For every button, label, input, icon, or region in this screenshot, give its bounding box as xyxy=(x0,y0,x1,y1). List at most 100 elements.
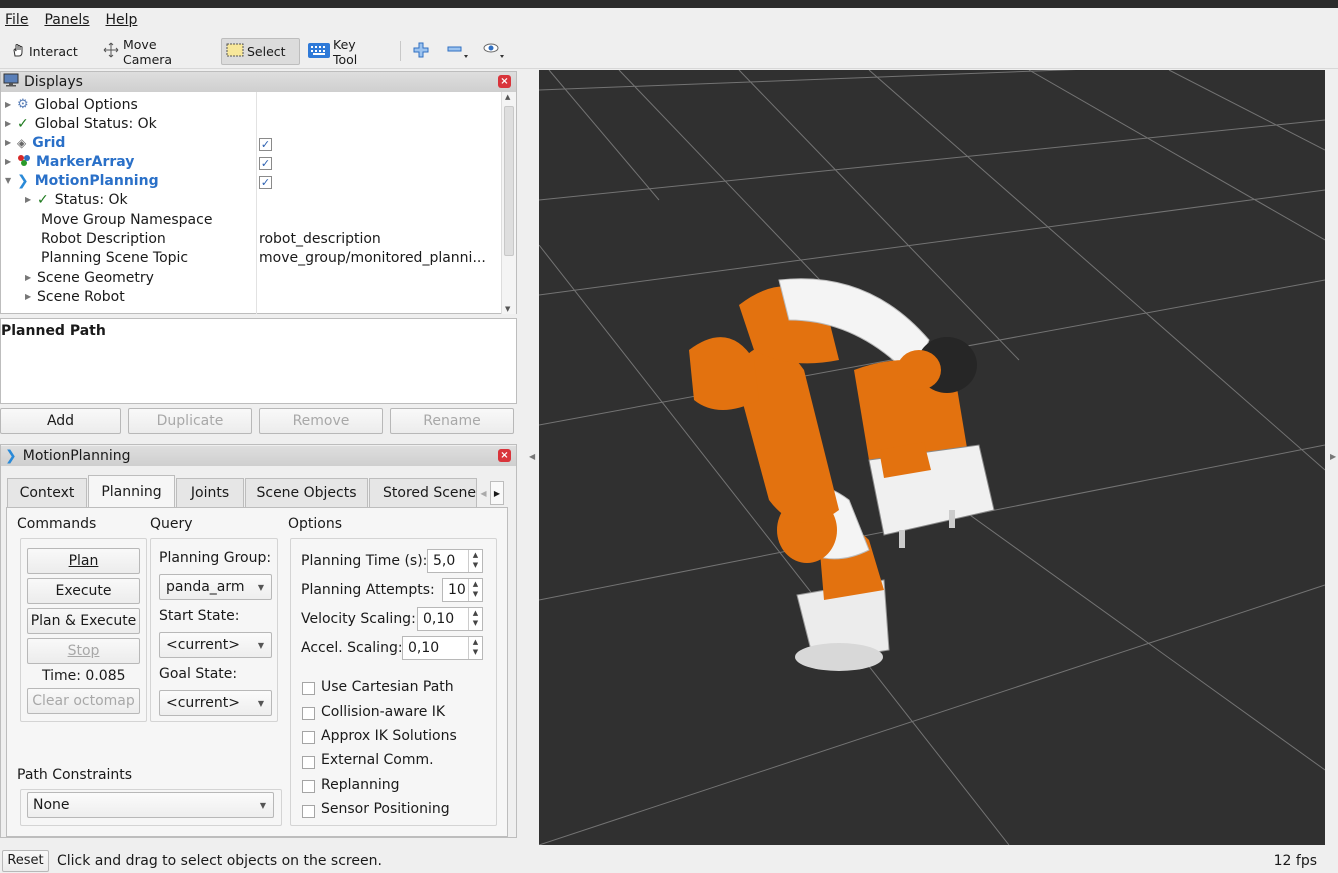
tree-item-scene-robot[interactable]: ▶ Scene Robot xyxy=(25,287,125,306)
path-constraints-label: Path Constraints xyxy=(17,767,133,783)
move-camera-label: Move Camera xyxy=(123,36,173,67)
tree-item-markerarray[interactable]: ▶ MarkerArray xyxy=(5,152,134,171)
tree-item-planning-scene-topic[interactable]: Planning Scene Topic xyxy=(41,248,188,267)
tab-joints[interactable]: Joints xyxy=(176,478,244,507)
expand-arrow-icon[interactable]: ▶ xyxy=(5,157,17,166)
robot-description-value[interactable]: robot_description xyxy=(259,229,381,248)
menu-file[interactable]: File xyxy=(5,12,28,28)
camera-icon xyxy=(102,42,120,61)
tree-item-motionplanning[interactable]: ▼ ❯ MotionPlanning xyxy=(5,171,159,190)
key-tool-button[interactable]: Key Tool xyxy=(304,37,386,67)
collision-aware-ik-label: Collision-aware IK xyxy=(321,704,446,720)
plan-button[interactable]: Plan xyxy=(27,548,140,574)
execute-button[interactable]: Execute xyxy=(27,578,140,604)
close-icon[interactable]: × xyxy=(498,75,511,88)
stop-button[interactable]: Stop xyxy=(27,638,140,664)
markerarray-enabled-checkbox[interactable]: ✓ xyxy=(259,157,272,170)
approx-ik-checkbox[interactable] xyxy=(302,731,315,744)
use-cartesian-path-checkbox[interactable] xyxy=(302,682,315,695)
planning-attempts-value: 10 xyxy=(448,582,466,598)
tab-scene-objects[interactable]: Scene Objects xyxy=(245,478,368,507)
splitter-left-arrow-icon[interactable]: ◀ xyxy=(529,452,535,461)
plan-and-execute-button[interactable]: Plan & Execute xyxy=(27,608,140,634)
velocity-scaling-spinbox[interactable]: 0,10 ▲ ▼ xyxy=(417,607,483,631)
collapse-arrow-icon[interactable]: ▼ xyxy=(5,176,17,185)
close-icon[interactable]: × xyxy=(498,449,511,462)
tree-item-scene-geometry[interactable]: ▶ Scene Geometry xyxy=(25,268,154,287)
fps-readout: 12 fps xyxy=(1273,852,1317,869)
tab-stored-scenes[interactable]: Stored Scene xyxy=(369,478,477,507)
goal-state-value: <current> xyxy=(166,695,240,711)
expand-arrow-icon[interactable]: ▶ xyxy=(5,119,17,128)
reset-label: Reset xyxy=(7,853,44,868)
path-constraints-select[interactable]: None ▼ xyxy=(27,792,274,818)
motion-icon: ❯ xyxy=(17,172,29,189)
tree-item-grid[interactable]: ▶ ◈ Grid xyxy=(5,133,65,152)
clear-octomap-button[interactable]: Clear octomap xyxy=(27,688,140,714)
menu-panels[interactable]: Panels xyxy=(44,12,89,28)
planning-attempts-label: Planning Attempts: xyxy=(301,582,435,598)
goal-state-select[interactable]: <current> ▼ xyxy=(159,690,272,716)
grid-and-robot-render xyxy=(539,70,1325,845)
tab-scroll-right-icon[interactable]: ▶ xyxy=(490,481,504,505)
spin-arrows-icon[interactable]: ▲ ▼ xyxy=(468,579,482,601)
spin-arrows-icon[interactable]: ▲ ▼ xyxy=(468,637,482,659)
spin-arrows-icon[interactable]: ▲ ▼ xyxy=(468,550,482,572)
scrollbar-thumb[interactable] xyxy=(504,106,514,256)
planning-scene-topic-value[interactable]: move_group/monitored_planni... xyxy=(259,248,486,267)
planning-time-spinbox[interactable]: 5,0 ▲ ▼ xyxy=(427,549,483,573)
replanning-checkbox[interactable] xyxy=(302,780,315,793)
interact-tool-button[interactable]: Interact xyxy=(6,38,88,65)
tree-item-global-status[interactable]: ▶ ✓ Global Status: Ok xyxy=(5,114,157,133)
chevron-down-icon: ▼ xyxy=(257,640,264,650)
chevron-down-icon: ▼ xyxy=(259,800,266,810)
splitter-right-arrow-icon[interactable]: ▶ xyxy=(1330,452,1336,461)
tab-scroll-left-icon[interactable]: ◀ xyxy=(478,483,489,503)
expand-arrow-icon[interactable]: ▶ xyxy=(5,138,17,147)
rename-button[interactable]: Rename xyxy=(390,408,514,434)
sensor-positioning-checkbox[interactable] xyxy=(302,805,315,818)
reset-button[interactable]: Reset xyxy=(2,849,49,872)
add-tool-button[interactable] xyxy=(409,38,433,65)
view-tool-button[interactable] xyxy=(478,38,508,65)
replanning-label: Replanning xyxy=(321,777,400,793)
remove-button[interactable]: Remove xyxy=(259,408,383,434)
grid-enabled-checkbox[interactable]: ✓ xyxy=(259,138,272,151)
menu-help[interactable]: Help xyxy=(106,12,138,28)
accel-scaling-spinbox[interactable]: 0,10 ▲ ▼ xyxy=(402,636,483,660)
external-comm-checkbox[interactable] xyxy=(302,756,315,769)
planning-group-select[interactable]: panda_arm ▼ xyxy=(159,574,272,600)
collision-aware-ik-checkbox[interactable] xyxy=(302,707,315,720)
expand-arrow-icon[interactable]: ▶ xyxy=(25,195,37,204)
scroll-up-icon[interactable]: ▲ xyxy=(505,93,510,101)
3d-viewport[interactable] xyxy=(539,70,1325,845)
spin-arrows-icon[interactable]: ▲ ▼ xyxy=(468,608,482,630)
duplicate-button[interactable]: Duplicate xyxy=(128,408,252,434)
displays-scrollbar[interactable]: ▲ ▼ xyxy=(501,92,516,314)
tree-item-move-group-namespace[interactable]: Move Group Namespace xyxy=(41,210,212,229)
tree-item-label: Scene Geometry xyxy=(37,269,154,286)
remove-tool-button[interactable] xyxy=(443,38,473,65)
tab-context[interactable]: Context xyxy=(7,478,87,507)
select-icon xyxy=(226,43,244,60)
tab-planning[interactable]: Planning xyxy=(88,475,175,508)
expand-arrow-icon[interactable]: ▶ xyxy=(5,100,17,109)
scroll-down-icon[interactable]: ▼ xyxy=(505,305,510,313)
add-button[interactable]: Add xyxy=(0,408,121,434)
move-camera-tool-button[interactable]: Move Camera xyxy=(98,36,210,67)
hand-icon xyxy=(10,42,26,61)
tree-item-status[interactable]: ▶ ✓ Status: Ok xyxy=(25,190,128,209)
tree-item-label: Move Group Namespace xyxy=(41,211,213,228)
planning-attempts-spinbox[interactable]: 10 ▲ ▼ xyxy=(442,578,483,602)
tree-item-label: MotionPlanning xyxy=(34,172,159,189)
tree-item-robot-description[interactable]: Robot Description xyxy=(41,229,166,248)
motion-planning-panel: ❯ MotionPlanning × Context Planning Join… xyxy=(0,444,517,838)
select-tool-button[interactable]: Select xyxy=(221,38,300,65)
tree-item-global-options[interactable]: ▶ ⚙ Global Options xyxy=(5,95,138,114)
rename-label: Rename xyxy=(423,413,481,429)
expand-arrow-icon[interactable]: ▶ xyxy=(25,292,37,301)
expand-arrow-icon[interactable]: ▶ xyxy=(25,273,37,282)
motionplanning-enabled-checkbox[interactable]: ✓ xyxy=(259,176,272,189)
tree-item-label: Status: Ok xyxy=(54,191,128,208)
start-state-select[interactable]: <current> ▼ xyxy=(159,632,272,658)
